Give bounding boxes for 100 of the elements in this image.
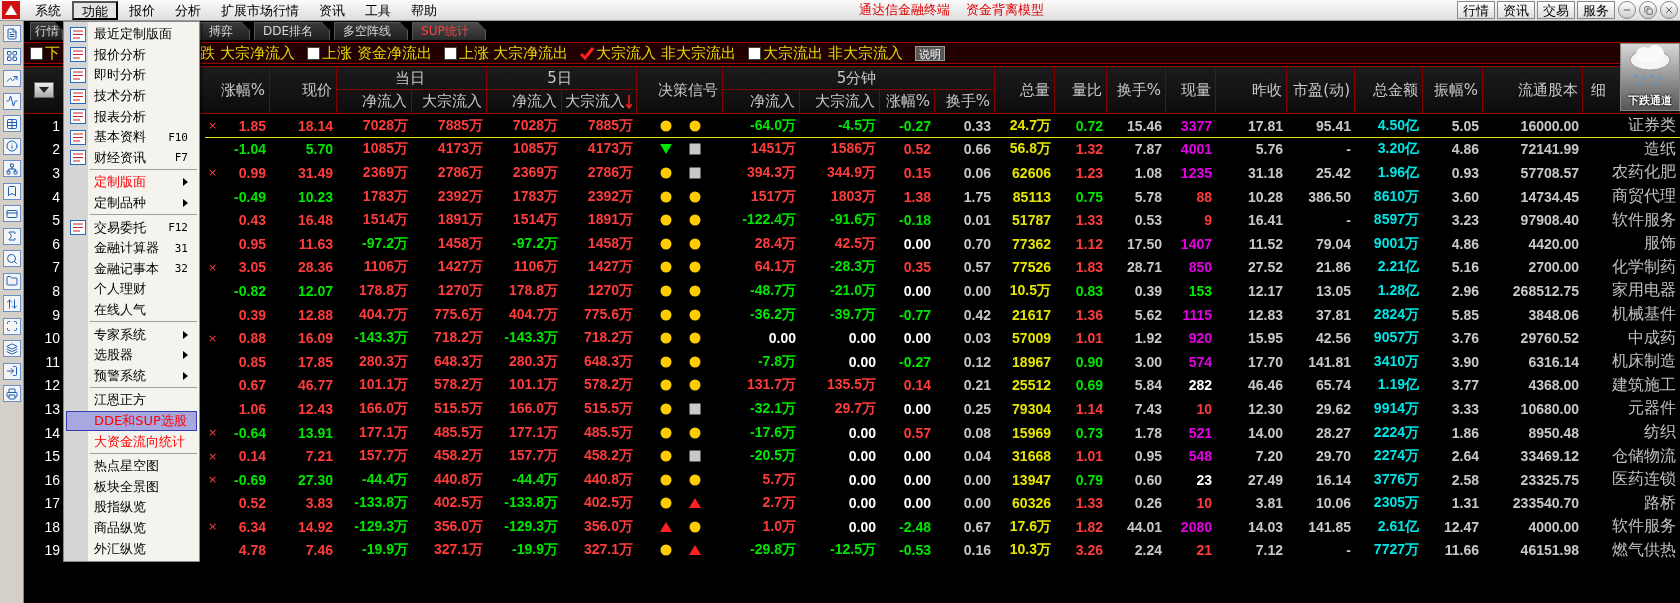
tab[interactable]: 搏弈 (200, 22, 250, 40)
toolbar-button[interactable] (2, 47, 21, 65)
column-header[interactable]: 净流入 (487, 90, 562, 113)
checkbox[interactable] (748, 46, 762, 60)
menu-item[interactable]: 外汇纵览 (66, 538, 197, 559)
top-button[interactable]: 行情 (1457, 1, 1495, 19)
menu-item[interactable]: 财经资讯 F7 (66, 147, 197, 169)
column-header[interactable]: 量比 (1055, 67, 1107, 113)
column-header[interactable]: 市盈(动) (1287, 67, 1355, 113)
table-cell-text: 纺织 (1644, 422, 1677, 443)
column-header[interactable]: 涨幅% (205, 67, 270, 113)
toolbar-button[interactable] (2, 182, 21, 200)
menu-item[interactable]: 交易委托 F12 (66, 217, 197, 238)
toolbar-button[interactable] (2, 340, 21, 357)
menu-item[interactable]: 热点星空图 (66, 455, 197, 477)
table-cell-text: 0.00 (848, 424, 877, 441)
column-header[interactable]: 换手% (935, 90, 995, 113)
menu-item[interactable]: 报价分析 (66, 44, 197, 66)
column-header[interactable]: 换手% (1107, 67, 1166, 113)
top-button[interactable]: 交易 (1537, 1, 1575, 19)
menu-item[interactable]: 商品纵览 (66, 517, 197, 539)
tab[interactable]: 行情 (30, 22, 63, 40)
column-header[interactable]: 净流入 (723, 90, 800, 113)
column-header[interactable]: 净流入 (337, 90, 412, 113)
top-button[interactable]: 资讯 (1497, 1, 1535, 19)
column-menu-button[interactable] (34, 82, 54, 98)
toolbar-button[interactable] (2, 137, 21, 155)
table-cell-text: 23 (1196, 471, 1213, 488)
menu-item[interactable]: 即时分析 (66, 65, 197, 86)
toolbar-button[interactable] (2, 92, 21, 110)
checkbox[interactable] (306, 46, 320, 60)
menu-item[interactable]: 最近定制版面 (66, 24, 197, 45)
menu-bar-item[interactable]: 资讯 (310, 0, 354, 20)
top-button[interactable]: 服务 (1577, 1, 1615, 19)
menu-item[interactable]: 个人理财 (66, 279, 197, 300)
weather-widget[interactable]: 下跌通道 (1620, 43, 1680, 111)
toolbar-button[interactable] (2, 385, 21, 402)
menu-item[interactable]: 金融记事本 32 (66, 258, 197, 280)
menu-item[interactable]: 定制版面 (66, 172, 197, 193)
toolbar-button[interactable] (2, 25, 21, 42)
column-header[interactable]: 昨收 (1216, 67, 1287, 113)
help-button[interactable]: 说明 (914, 45, 945, 61)
table-cell-text: 1.86 (1451, 424, 1480, 441)
toolbar-button[interactable] (2, 160, 21, 177)
column-header[interactable]: 总金额 (1355, 67, 1423, 113)
menu-item[interactable]: 在线人气 (66, 299, 197, 321)
menu-item[interactable]: 选股器 (66, 344, 197, 366)
column-header[interactable]: 大宗流入 (562, 90, 637, 113)
column-header[interactable]: 大宗流入 (800, 90, 880, 113)
tab[interactable]: DDE排名 (254, 22, 331, 40)
menu-item[interactable]: 股指纵览 (66, 497, 197, 518)
column-header[interactable]: 现量 (1166, 67, 1216, 113)
toolbar-button[interactable] (2, 362, 21, 380)
column-header[interactable]: 流通股本 (1483, 67, 1583, 113)
checkmark-icon[interactable] (580, 46, 595, 60)
menu-item[interactable]: 技术分析 (66, 85, 197, 107)
column-header[interactable]: 大宗流入 (412, 90, 487, 113)
menu-bar-item[interactable]: 扩展市场行情 (212, 0, 308, 20)
column-header[interactable]: 细 (1591, 80, 1606, 100)
menu-bar-item[interactable]: 报价 (120, 0, 164, 20)
toolbar-button[interactable] (2, 317, 21, 335)
menu-item[interactable]: 大资金流向统计 (66, 431, 197, 452)
table-cell-text: 10.06 (1315, 495, 1352, 512)
minimize-button[interactable] (1618, 1, 1636, 19)
toolbar-button[interactable] (2, 250, 21, 267)
checkbox[interactable] (443, 46, 457, 60)
menu-bar-item[interactable]: 系统 (26, 0, 70, 20)
column-header[interactable]: 现价 (270, 67, 337, 113)
menu-bar-item[interactable]: 帮助 (402, 0, 446, 20)
menu-item[interactable]: 金融计算器 31 (66, 237, 197, 259)
menu-item[interactable]: 预警系统 (66, 365, 197, 387)
close-button[interactable] (1660, 1, 1678, 19)
table-cell-text: 21 (1196, 542, 1213, 559)
menu-bar-item[interactable]: 功能 (72, 0, 118, 20)
restore-button[interactable] (1639, 1, 1657, 19)
menu-item[interactable]: 报表分析 (66, 106, 197, 127)
menu-item[interactable]: 江恩正方 (66, 390, 197, 411)
column-header[interactable]: 振幅% (1423, 67, 1483, 113)
menu-item-label: 热点星空图 (93, 457, 159, 476)
toolbar-button[interactable] (2, 70, 21, 87)
menu-bar-item[interactable]: 工具 (356, 0, 400, 20)
menu-bar-item[interactable]: 分析 (166, 0, 210, 20)
menu-item[interactable]: 板块全景图 (66, 476, 197, 498)
toolbar-button[interactable] (2, 115, 21, 132)
table-cell-text: 9057万 (1373, 329, 1420, 348)
column-header[interactable]: 决策信号 (637, 67, 723, 113)
checkbox[interactable] (30, 46, 43, 60)
menu-item[interactable]: 基本资料 F10 (66, 126, 197, 148)
toolbar-button[interactable] (2, 295, 21, 312)
toolbar-button[interactable] (2, 227, 21, 245)
table-cell-text: 2.64 (1451, 448, 1480, 465)
toolbar-button[interactable] (2, 205, 21, 222)
flag-mark: × (208, 331, 218, 345)
column-header[interactable]: 总量 (995, 67, 1055, 113)
column-header[interactable]: 涨幅% (880, 90, 935, 113)
toolbar-button[interactable] (2, 272, 21, 290)
menu-item[interactable]: 专家系统 (66, 324, 197, 345)
table-cell-text: 233540.70 (1512, 495, 1580, 512)
tab[interactable]: 多空阵线 (334, 22, 409, 40)
menu-item[interactable]: 定制品种 (66, 192, 197, 214)
